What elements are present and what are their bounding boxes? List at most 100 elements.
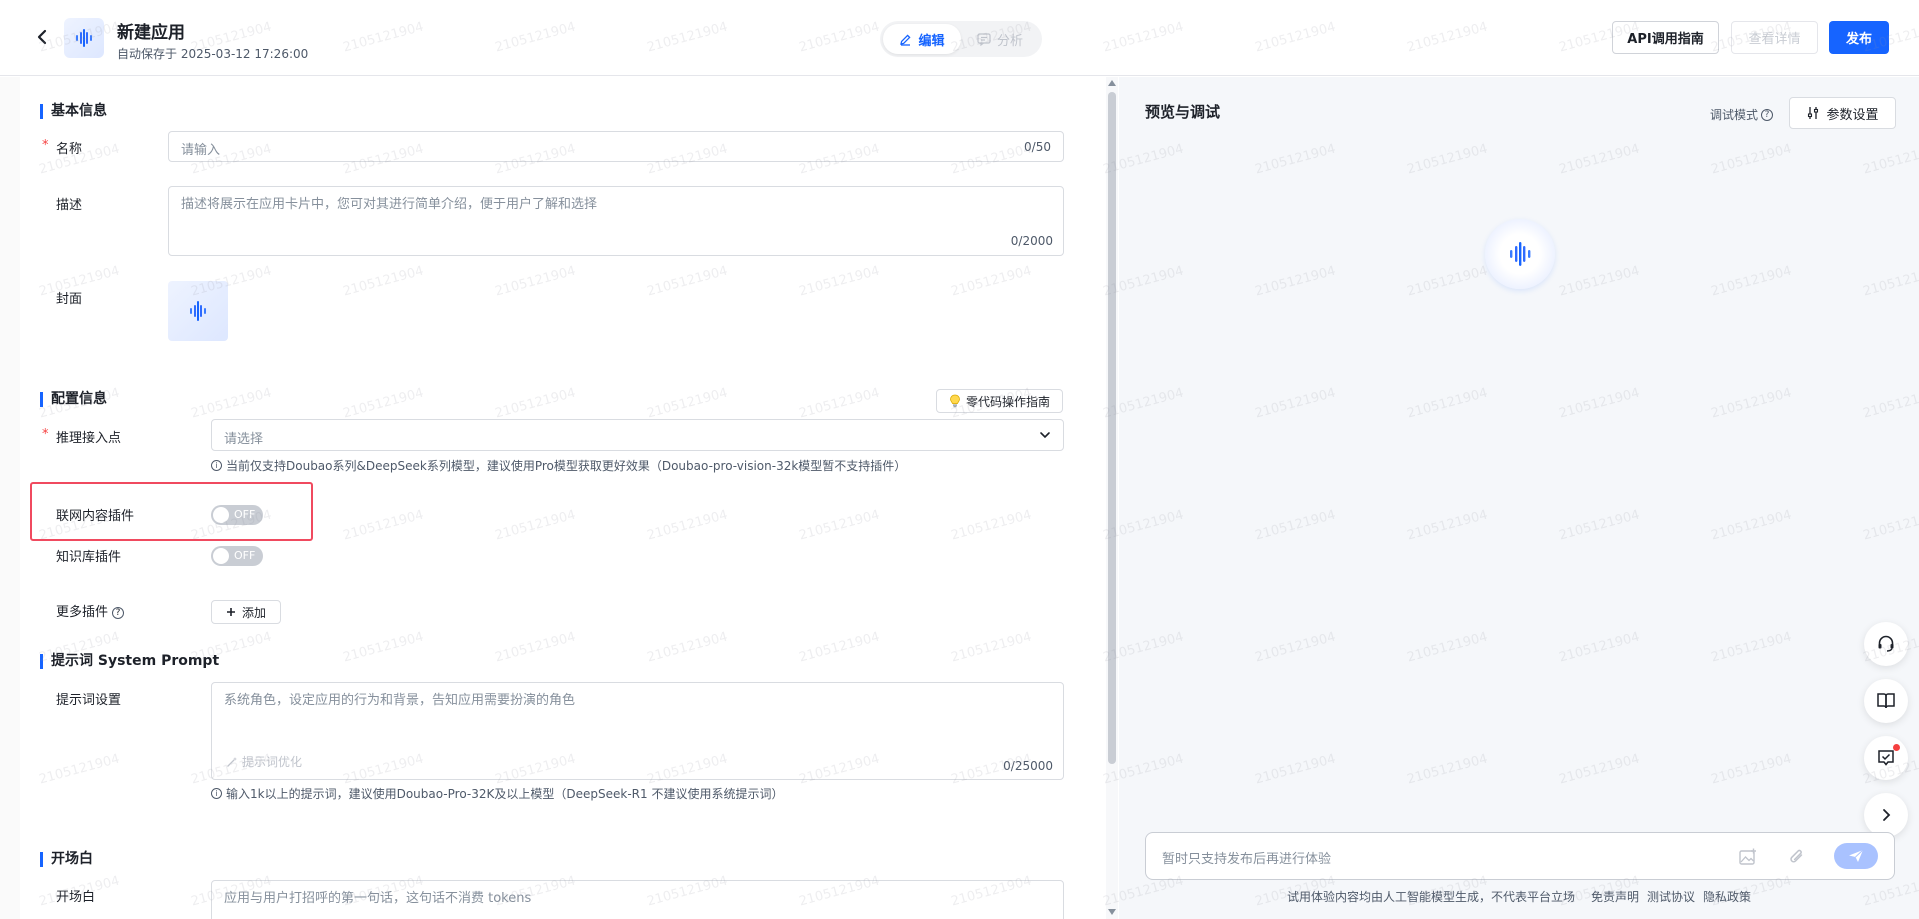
tab-edit-label: 编辑 — [918, 33, 945, 49]
name-label: 名称 — [56, 142, 83, 157]
desc-counter: 0/2000 — [1010, 234, 1053, 248]
disclaimer-link[interactable]: 免责声明 — [1591, 888, 1639, 905]
more-plugins-text: 更多插件 — [56, 605, 109, 620]
help-icon[interactable]: ? — [112, 606, 125, 619]
image-upload-icon[interactable] — [1738, 847, 1758, 867]
feedback-button[interactable] — [1864, 736, 1908, 780]
chat-input[interactable]: 暂时只支持发布后再进行体验 — [1145, 832, 1895, 880]
top-header: 新建应用 自动保存于 2025-03-12 17:26:00 编辑 分析 API… — [0, 0, 1919, 76]
endpoint-select[interactable]: 请选择 — [211, 419, 1064, 451]
assistant-avatar — [1485, 219, 1555, 289]
tab-analysis-label: 分析 — [996, 33, 1023, 49]
publish-button[interactable]: 发布 — [1829, 21, 1889, 54]
preview-title: 预览与调试 — [1145, 103, 1221, 121]
app-logo-icon — [64, 18, 104, 58]
prompt-optimize-label: 提示词优化 — [242, 755, 303, 769]
prompt-textarea[interactable]: 系统角色，设定应用的行为和背景，告知应用需要扮演的角色 提示词优化 0/2500… — [211, 682, 1064, 780]
api-guide-button[interactable]: API调用指南 — [1612, 21, 1719, 54]
customer-service-button[interactable] — [1864, 622, 1908, 666]
endpoint-label: 推理接入点 — [56, 431, 122, 446]
prompt-hint: i 输入1k以上的提示词，建议使用Doubao-Pro-32K及以上模型（Dee… — [211, 785, 783, 802]
preview-panel: 预览与调试 调试模式 ? 参数设置 暂时只支持发布后再进行体验 试用体验内容均由… — [1119, 77, 1919, 919]
toggle-state: OFF — [234, 549, 256, 562]
scroll-down-icon[interactable] — [1108, 909, 1116, 915]
tab-edit[interactable]: 编辑 — [883, 24, 961, 54]
scroll-up-icon[interactable] — [1108, 80, 1116, 86]
help-icon[interactable]: ? — [1761, 108, 1774, 121]
prompt-placeholder: 系统角色，设定应用的行为和背景，告知应用需要扮演的角色 — [224, 693, 576, 708]
page-title: 新建应用 — [117, 23, 185, 43]
description-textarea[interactable]: 描述将展示在应用卡片中，您可对其进行简单介绍，便于用户了解和选择 0/2000 — [168, 186, 1064, 256]
opening-label: 开场白 — [56, 890, 96, 905]
back-arrow-icon[interactable] — [34, 28, 50, 46]
info-icon: i — [211, 460, 222, 471]
view-detail-button[interactable]: 查看详情 — [1731, 21, 1818, 54]
required-mark: * — [42, 138, 49, 153]
lightbulb-icon — [950, 394, 960, 408]
magic-wand-icon — [227, 756, 237, 767]
toggle-knob — [213, 548, 229, 564]
cover-image[interactable] — [168, 281, 228, 341]
assistant-logo-icon — [1510, 242, 1531, 266]
section-opening: 开场白 — [40, 852, 93, 867]
left-scrollbar[interactable] — [1106, 77, 1118, 919]
opening-textarea[interactable]: 应用与用户打招呼的第一句话，这句话不消费 tokens — [211, 880, 1064, 919]
debug-mode-label: 调试模式 — [1710, 108, 1759, 122]
param-settings-label: 参数设置 — [1826, 107, 1879, 123]
chat-analysis-icon — [977, 32, 991, 46]
more-plugins-label: 更多插件? — [56, 601, 125, 620]
section-basic-info: 基本信息 — [40, 104, 107, 119]
kb-plugin-toggle[interactable]: OFF — [211, 546, 263, 566]
chevron-down-icon — [1040, 432, 1050, 439]
test-agreement-link[interactable]: 测试协议 — [1647, 888, 1695, 905]
info-icon: i — [211, 788, 222, 799]
no-code-guide-button[interactable]: 零代码操作指南 — [936, 389, 1063, 413]
opening-placeholder: 应用与用户打招呼的第一句话，这句话不消费 tokens — [224, 891, 532, 906]
pencil-icon — [900, 33, 912, 46]
prompt-counter: 0/25000 — [1003, 759, 1053, 773]
name-counter: 0/50 — [1024, 140, 1051, 154]
name-placeholder: 请输入 — [181, 143, 221, 158]
endpoint-placeholder: 请选择 — [224, 432, 264, 447]
panel-edge — [0, 77, 20, 919]
debug-mode[interactable]: 调试模式 ? — [1710, 106, 1774, 123]
book-icon — [1877, 693, 1895, 709]
message-icon — [1878, 750, 1894, 766]
kb-plugin-label: 知识库插件 — [56, 550, 122, 565]
section-config-info: 配置信息 — [40, 392, 107, 407]
desc-placeholder: 描述将展示在应用卡片中，您可对其进行简单介绍，便于用户了解和选择 — [181, 197, 598, 212]
plus-icon — [226, 608, 235, 616]
privacy-policy-link[interactable]: 隐私政策 — [1703, 888, 1751, 905]
send-button[interactable] — [1834, 843, 1878, 869]
highlight-annotation — [30, 482, 313, 541]
scroll-thumb[interactable] — [1108, 92, 1116, 764]
required-mark: * — [42, 427, 49, 442]
docs-button[interactable] — [1864, 679, 1908, 723]
headset-icon — [1878, 635, 1894, 652]
notification-dot — [1893, 744, 1900, 751]
chat-placeholder: 暂时只支持发布后再进行体验 — [1162, 852, 1332, 867]
prompt-label: 提示词设置 — [56, 693, 122, 708]
add-plugin-button[interactable]: 添加 — [211, 600, 281, 624]
desc-label: 描述 — [56, 198, 83, 213]
add-label: 添加 — [241, 605, 266, 620]
config-panel: 基本信息 * 名称 请输入 0/50 描述 描述将展示在应用卡片中，您可对其进行… — [0, 77, 1106, 919]
ai-disclaimer: 试用体验内容均由人工智能模型生成，不代表平台立场 — [1287, 890, 1576, 904]
mode-switch: 编辑 分析 — [880, 21, 1042, 57]
prompt-hint-text: 输入1k以上的提示词，建议使用Doubao-Pro-32K及以上模型（DeepS… — [226, 787, 784, 801]
prompt-optimize-button[interactable]: 提示词优化 — [226, 753, 302, 770]
param-settings-button[interactable]: 参数设置 — [1789, 97, 1896, 129]
guide-label: 零代码操作指南 — [965, 394, 1050, 409]
endpoint-hint: i 当前仅支持Doubao系列&DeepSeek系列模型，建议使用Pro模型获取… — [211, 457, 906, 474]
endpoint-hint-text: 当前仅支持Doubao系列&DeepSeek系列模型，建议使用Pro模型获取更好… — [226, 459, 907, 473]
chevron-right-icon — [1883, 809, 1891, 821]
expand-button[interactable] — [1864, 793, 1908, 837]
paperclip-icon[interactable] — [1787, 847, 1807, 867]
cover-label: 封面 — [56, 292, 83, 307]
name-input[interactable]: 请输入 0/50 — [168, 131, 1064, 162]
section-prompt: 提示词 System Prompt — [40, 654, 219, 669]
autosave-status: 自动保存于 2025-03-12 17:26:00 — [117, 47, 309, 61]
tab-analysis[interactable]: 分析 — [961, 24, 1039, 54]
sliders-icon — [1808, 107, 1819, 119]
send-icon — [1849, 849, 1864, 862]
